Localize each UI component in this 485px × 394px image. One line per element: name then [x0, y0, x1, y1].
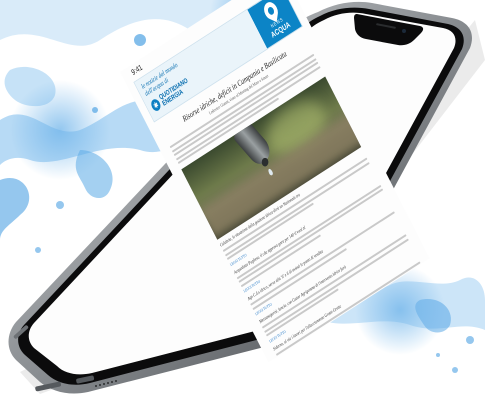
water-drop-icon — [262, 0, 279, 22]
status-time: 9:41 — [129, 62, 144, 77]
